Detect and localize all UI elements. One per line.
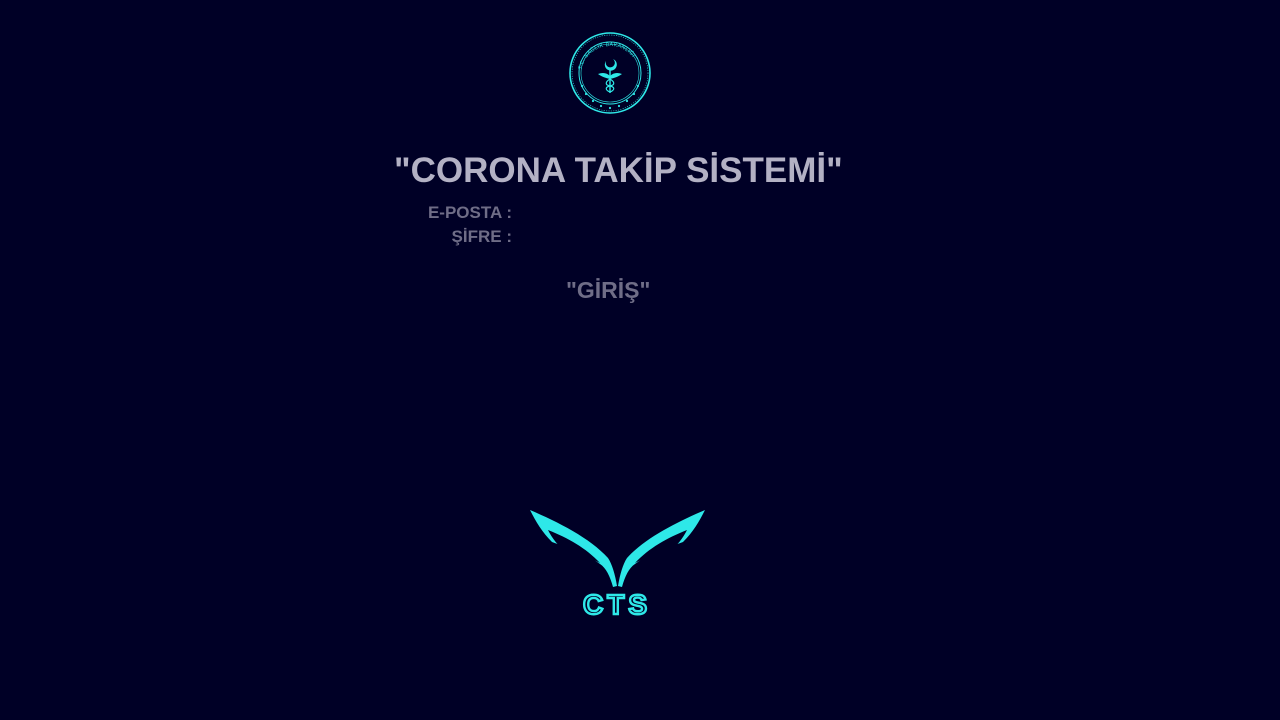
email-label: E-POSTA :	[427, 203, 512, 222]
cts-logo-icon: CTS	[530, 510, 705, 620]
login-page: T.C. SAĞLIK BAKANLIĞI "CORONA TAKİP SİST…	[0, 0, 1280, 720]
seal-text: T.C. SAĞLIK BAKANLIĞI	[578, 42, 636, 70]
password-label: ŞİFRE :	[451, 227, 512, 246]
svg-text:T.C. SAĞLIK BAKANLIĞI: T.C. SAĞLIK BAKANLIĞI	[578, 42, 637, 70]
cts-logo-text: CTS	[583, 589, 651, 620]
password-field[interactable]	[520, 227, 800, 247]
ministry-seal-icon: T.C. SAĞLIK BAKANLIĞI	[569, 32, 651, 114]
email-field[interactable]	[520, 203, 800, 223]
page-title: "CORONA TAKİP SİSTEMİ"	[394, 151, 843, 190]
login-button[interactable]: "GİRİŞ"	[558, 273, 658, 307]
